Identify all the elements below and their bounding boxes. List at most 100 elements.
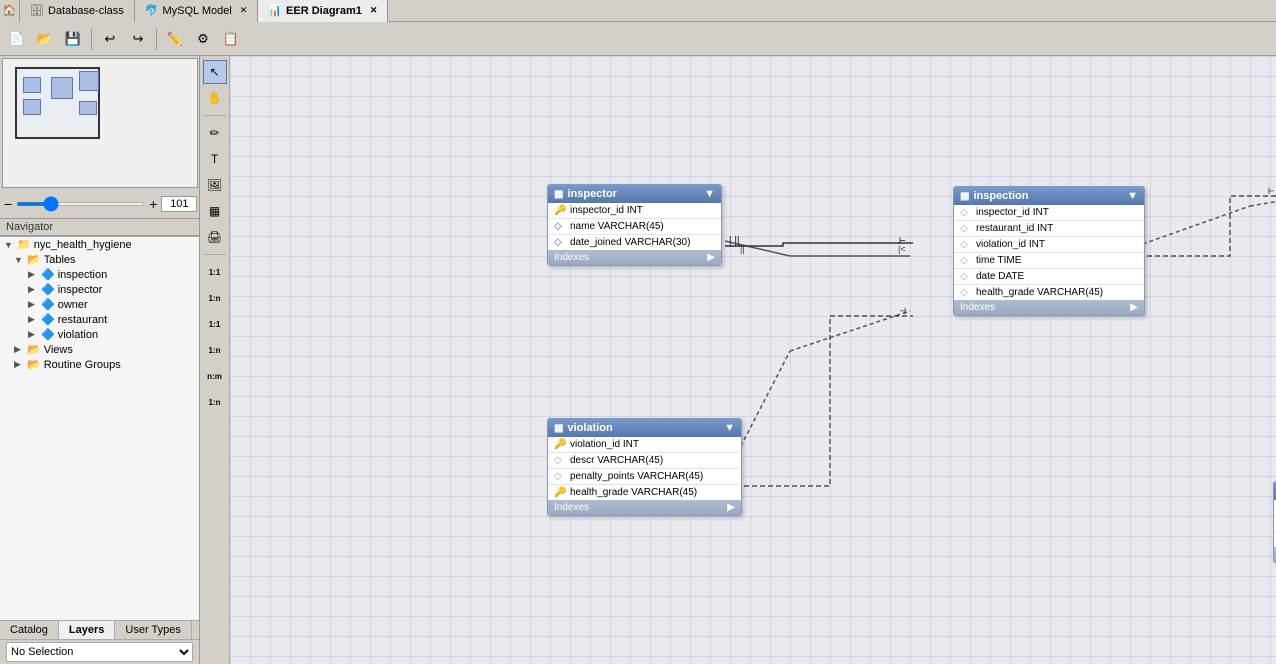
field-viol-health-grade: 🔑 health_grade VARCHAR(45) [548, 485, 741, 500]
image-tool-button[interactable]: 🖼 [203, 173, 227, 197]
btab-user-types[interactable]: User Types [115, 621, 191, 639]
table-inspection-title: inspection [973, 190, 1028, 202]
table-inspector-indexes-icon: ▶ [707, 252, 715, 263]
minimap-table-owner [79, 101, 97, 115]
tab-database-class[interactable]: 🗄 Database-class [20, 0, 135, 22]
rel-nm-button[interactable]: n:m [203, 364, 227, 388]
field-insp-date: ◇ date DATE [954, 269, 1144, 285]
rel-1nb-button[interactable]: 1:n [203, 338, 227, 362]
table-inspector-indexes-label: Indexes [554, 252, 589, 263]
zoom-out-button[interactable]: − [4, 196, 12, 212]
tree-routines-label: Routine Groups [44, 359, 121, 371]
btab-layers[interactable]: Layers [59, 621, 115, 639]
tab-eer-diagram-label: EER Diagram1 [286, 5, 362, 17]
tree-item-restaurant[interactable]: ▶ 🔷 restaurant [0, 312, 199, 327]
tree-item-inspection[interactable]: ▶ 🔷 inspection [0, 267, 199, 282]
table-tool-button[interactable]: ▦ [203, 199, 227, 223]
tree-tables-toggle[interactable]: ▼ [14, 255, 24, 265]
table-violation-expand-icon[interactable]: ▼ [724, 422, 735, 434]
table-inspection-expand-icon[interactable]: ▼ [1127, 190, 1138, 202]
table-inspector-footer[interactable]: Indexes ▶ [548, 250, 721, 265]
tree-inspector-toggle[interactable]: ▶ [28, 284, 38, 295]
table-inspector-body: 🔑 inspector_id INT ◇ name VARCHAR(45) ◇ … [548, 203, 721, 250]
home-icon[interactable]: 🏠 [0, 0, 20, 22]
redo-button[interactable]: ↪ [125, 26, 151, 52]
tab-eer-diagram[interactable]: 📊 EER Diagram1 ✕ [258, 0, 388, 22]
table-violation-header: ▦ violation ▼ [548, 419, 741, 437]
tree-root[interactable]: ▼ 📁 nyc_health_hygiene [0, 237, 199, 252]
nullable-icon-1: ◇ [960, 207, 972, 218]
tree-root-toggle[interactable]: ▼ [4, 240, 14, 250]
toolbar-separator-1 [91, 28, 92, 50]
table-inspection-footer[interactable]: Indexes ▶ [954, 300, 1144, 315]
table-violation-footer[interactable]: Indexes ▶ [548, 500, 741, 515]
rel-1nc-label: 1:n [209, 398, 221, 407]
field-viol-health-grade-label: health_grade VARCHAR(45) [570, 487, 697, 498]
field-viol-id-label: violation_id INT [570, 439, 639, 450]
undo-button[interactable]: ↩ [97, 26, 123, 52]
tab-mysql-model[interactable]: 🐬 MySQL Model ✕ [135, 0, 259, 22]
svg-text:|<: |< [898, 244, 906, 254]
svg-text:||: || [740, 244, 745, 254]
btab-catalog[interactable]: Catalog [0, 621, 59, 639]
draw-tool-button[interactable]: ✏ [203, 121, 227, 145]
minimap-table-inspector [23, 77, 41, 93]
new-button[interactable]: 📄 [4, 26, 30, 52]
tree-tables-label: Tables [44, 254, 76, 266]
tree-routines-icon: 📂 [27, 358, 41, 371]
field-inspector-id: 🔑 inspector_id INT [548, 203, 721, 219]
mysql-icon: 🐬 [145, 4, 159, 17]
open-button[interactable]: 📂 [32, 26, 58, 52]
rel-11-label: 1:1 [209, 268, 221, 277]
table-inspector-expand-icon[interactable]: ▼ [704, 188, 715, 200]
tree-restaurant-toggle[interactable]: ▶ [28, 314, 38, 325]
diagram-canvas[interactable]: || |< |‖ ⊢ |‖ ⊣ ⊢ ⊢ [230, 56, 1276, 664]
table-inspection-body: ◇ inspector_id INT ◇ restaurant_id INT ◇… [954, 205, 1144, 300]
rel-11b-label: 1:1 [209, 320, 221, 329]
navigator-label: Navigator [0, 218, 199, 236]
tree-panel: ▼ 📁 nyc_health_hygiene ▼ 📂 Tables ▶ 🔷 in… [0, 236, 199, 620]
table-inspection[interactable]: ▦ inspection ▼ ◇ inspector_id INT ◇ rest… [953, 186, 1145, 316]
text-tool-button[interactable]: T [203, 147, 227, 171]
table-violation-icon: ▦ [554, 423, 563, 434]
pan-tool-button[interactable]: ✋ [203, 86, 227, 110]
zoom-in-button[interactable]: + [149, 196, 157, 212]
save-button[interactable]: 💾 [60, 26, 86, 52]
tree-item-inspector[interactable]: ▶ 🔷 inspector [0, 282, 199, 297]
eer-diagram-close-icon[interactable]: ✕ [370, 5, 378, 16]
rel-1n-button[interactable]: 1:n [203, 286, 227, 310]
tree-owner-toggle[interactable]: ▶ [28, 299, 38, 310]
mysql-model-close-icon[interactable]: ✕ [240, 5, 248, 16]
tree-views-label: Views [44, 344, 73, 356]
rel-1nb-label: 1:n [209, 346, 221, 355]
field-insp-inspector-id-label: inspector_id INT [976, 207, 1049, 218]
edit-button[interactable]: ✏️ [162, 26, 188, 52]
tree-views-toggle[interactable]: ▶ [14, 344, 24, 355]
select-tool-button[interactable]: ↖ [203, 60, 227, 84]
zoom-slider[interactable] [16, 202, 145, 206]
tree-item-violation[interactable]: ▶ 🔷 violation [0, 327, 199, 342]
minimap [2, 58, 198, 188]
table-violation[interactable]: ▦ violation ▼ 🔑 violation_id INT ◇ descr… [547, 418, 742, 516]
options-button[interactable]: ⚙ [190, 26, 216, 52]
export-button[interactable]: 📋 [218, 26, 244, 52]
fk-icon-2: ◇ [554, 237, 566, 248]
rel-11b-button[interactable]: 1:1 [203, 312, 227, 336]
tree-views-group[interactable]: ▶ 📂 Views [0, 342, 199, 357]
tree-routines-toggle[interactable]: ▶ [14, 359, 24, 370]
tree-routines-group[interactable]: ▶ 📂 Routine Groups [0, 357, 199, 372]
print-tool-button[interactable]: 🖨 [203, 225, 227, 249]
field-viol-penalty-label: penalty_points VARCHAR(45) [570, 471, 703, 482]
tree-tables-group[interactable]: ▼ 📂 Tables [0, 252, 199, 267]
rel-1nc-button[interactable]: 1:n [203, 390, 227, 414]
tree-owner-icon: 🔷 [41, 298, 55, 311]
rel-11-button[interactable]: 1:1 [203, 260, 227, 284]
tree-violation-toggle[interactable]: ▶ [28, 329, 38, 340]
table-inspector[interactable]: ▦ inspector ▼ 🔑 inspector_id INT ◇ name … [547, 184, 722, 266]
no-selection-select[interactable]: No Selection [6, 642, 193, 662]
tree-item-owner[interactable]: ▶ 🔷 owner [0, 297, 199, 312]
tree-inspection-label: inspection [58, 269, 108, 281]
tree-inspection-toggle[interactable]: ▶ [28, 269, 38, 280]
tree-root-label: nyc_health_hygiene [34, 239, 132, 251]
pk-viol-icon: 🔑 [554, 439, 566, 450]
